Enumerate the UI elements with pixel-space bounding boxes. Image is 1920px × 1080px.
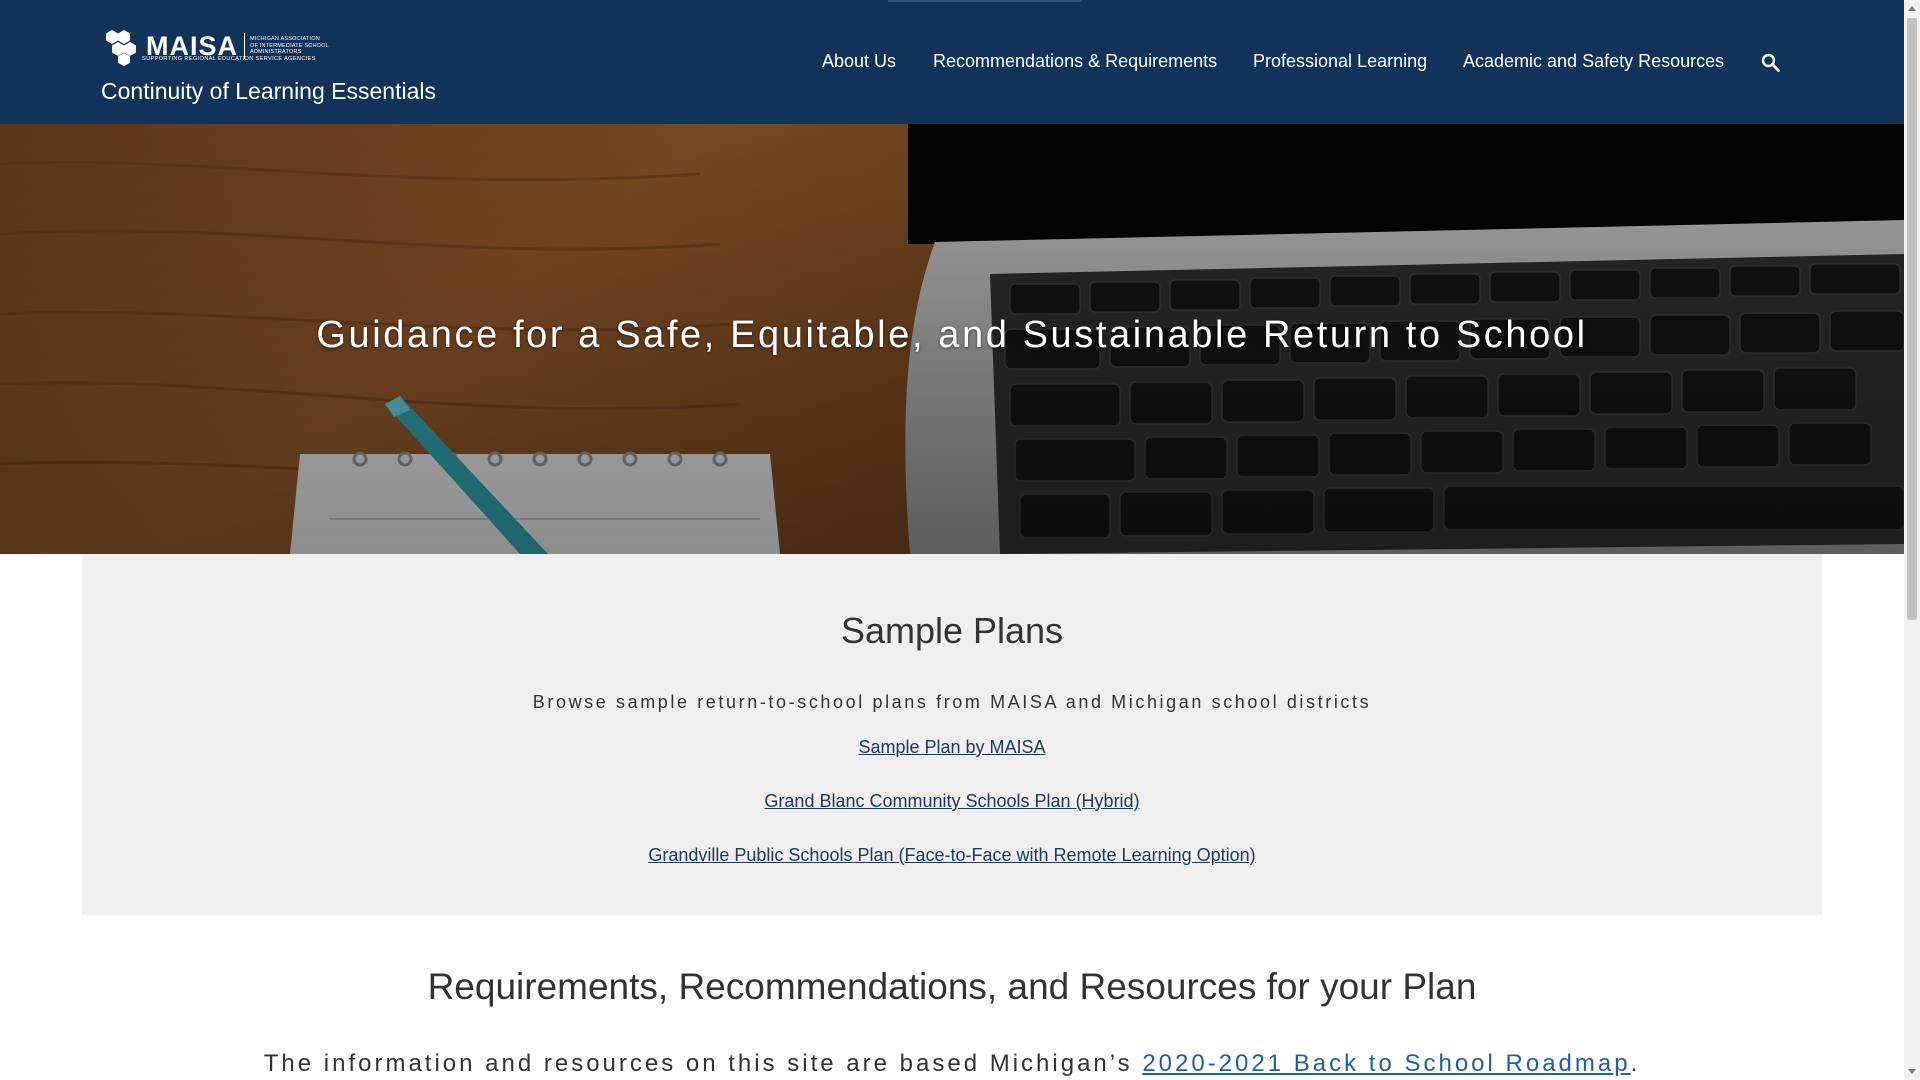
logo-subtext-line: of Intermediate School — [250, 42, 329, 49]
sample-plans-heading: Sample Plans — [840, 610, 1064, 651]
header-accent-line — [888, 0, 1082, 2]
hero-title: Guidance for a Safe, Equitable, and Sust… — [316, 314, 1588, 356]
nav-academic-safety-resources[interactable]: Academic and Safety Resources — [1463, 51, 1724, 72]
grand-blanc-plan-link[interactable]: Grand Blanc Community Schools Plan (Hybr… — [82, 791, 1822, 812]
grandville-plan-link[interactable]: Grandville Public Schools Plan (Face-to-… — [82, 845, 1822, 866]
search-icon[interactable] — [1760, 52, 1782, 74]
hero-banner: Guidance for a Safe, Equitable, and Sust… — [0, 124, 1904, 554]
main-nav: About Us Recommendations & Requirements … — [0, 51, 1904, 73]
scroll-down-arrow-icon[interactable] — [1907, 1066, 1917, 1076]
sample-plans-subtitle: Browse sample return-to-school plans fro… — [532, 692, 1372, 712]
site-header: MAISA Michigan Association of Intermedia… — [0, 0, 1904, 124]
page-scrollbar[interactable] — [1904, 0, 1920, 1080]
logo-subtext-line: Michigan Association — [250, 36, 320, 43]
sample-plans-section: Sample Plans Browse sample return-to-sch… — [82, 554, 1822, 915]
nav-about-us[interactable]: About Us — [822, 51, 896, 72]
requirements-intro: The information and resources on this si… — [0, 1050, 1904, 1078]
sample-plan-maisa-link[interactable]: Sample Plan by MAISA — [82, 737, 1822, 758]
requirements-intro-end: . — [1630, 1050, 1641, 1077]
site-title[interactable]: Continuity of Learning Essentials — [101, 78, 436, 105]
nav-recommendations-requirements[interactable]: Recommendations & Requirements — [933, 51, 1217, 72]
scrollbar-thumb[interactable] — [1907, 18, 1917, 620]
requirements-intro-text: The information and resources on this si… — [263, 1050, 1143, 1077]
requirements-heading: Requirements, Recommendations, and Resou… — [427, 966, 1477, 1007]
nav-professional-learning[interactable]: Professional Learning — [1253, 51, 1427, 72]
back-to-school-roadmap-link[interactable]: 2020-2021 Back to School Roadmap — [1142, 1050, 1630, 1077]
scroll-up-arrow-icon[interactable] — [1907, 4, 1917, 14]
